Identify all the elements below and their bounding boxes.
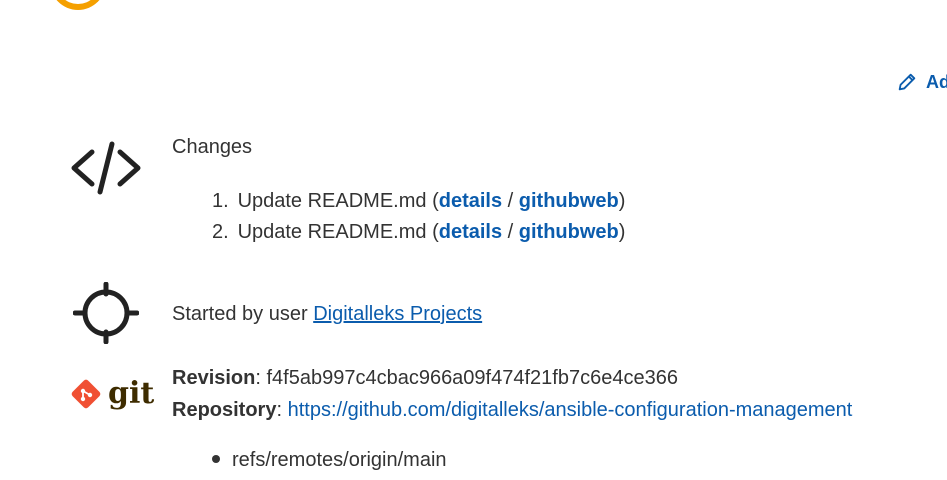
- add-description-button[interactable]: Ad: [896, 71, 947, 93]
- git-diamond-icon: [71, 379, 101, 409]
- git-logo: git: [70, 378, 154, 410]
- change-item: 2. Update README.md (details / githubweb…: [212, 221, 626, 243]
- build-cause: Started by user Digitalleks Projects: [172, 303, 483, 325]
- git-info: Revision: f4f5ab997c4cbac966a09f474f21fb…: [172, 362, 852, 426]
- change-githubweb-link[interactable]: githubweb: [519, 221, 619, 243]
- change-details-link[interactable]: details: [439, 190, 502, 212]
- change-details-link[interactable]: details: [439, 221, 502, 243]
- repository-label: Repository: [172, 399, 277, 421]
- list-item: refs/remotes/origin/main: [212, 446, 447, 474]
- code-icon: [71, 141, 141, 195]
- change-item: 1. Update README.md (details / githubweb…: [212, 190, 626, 212]
- bullet-icon: [212, 454, 220, 463]
- change-githubweb-link[interactable]: githubweb: [519, 190, 619, 212]
- repository-link[interactable]: https://github.com/digitalleks/ansible-c…: [288, 399, 853, 421]
- repository-line: Repository: https://github.com/digitalle…: [172, 399, 853, 421]
- changes-list: 1. Update README.md (details / githubweb…: [212, 186, 625, 248]
- revision-line: Revision: f4f5ab997c4cbac966a09f474f21fb…: [172, 362, 852, 394]
- status-ball-icon: [50, 0, 106, 10]
- add-description-label: Ad: [926, 71, 947, 92]
- changes-heading: Changes: [172, 136, 253, 158]
- build-page: Ad Changes 1. Update README.md (details …: [0, 0, 947, 480]
- crosshair-icon: [73, 282, 139, 344]
- git-logo-text: git: [108, 376, 155, 411]
- user-link[interactable]: Digitalleks Projects: [313, 303, 482, 325]
- refs-list: refs/remotes/origin/main: [212, 446, 447, 474]
- pencil-icon: [898, 73, 916, 91]
- revision-value: : f4f5ab997c4cbac966a09f474f21fb7c6e4ce3…: [255, 367, 678, 389]
- revision-label: Revision: [172, 367, 256, 389]
